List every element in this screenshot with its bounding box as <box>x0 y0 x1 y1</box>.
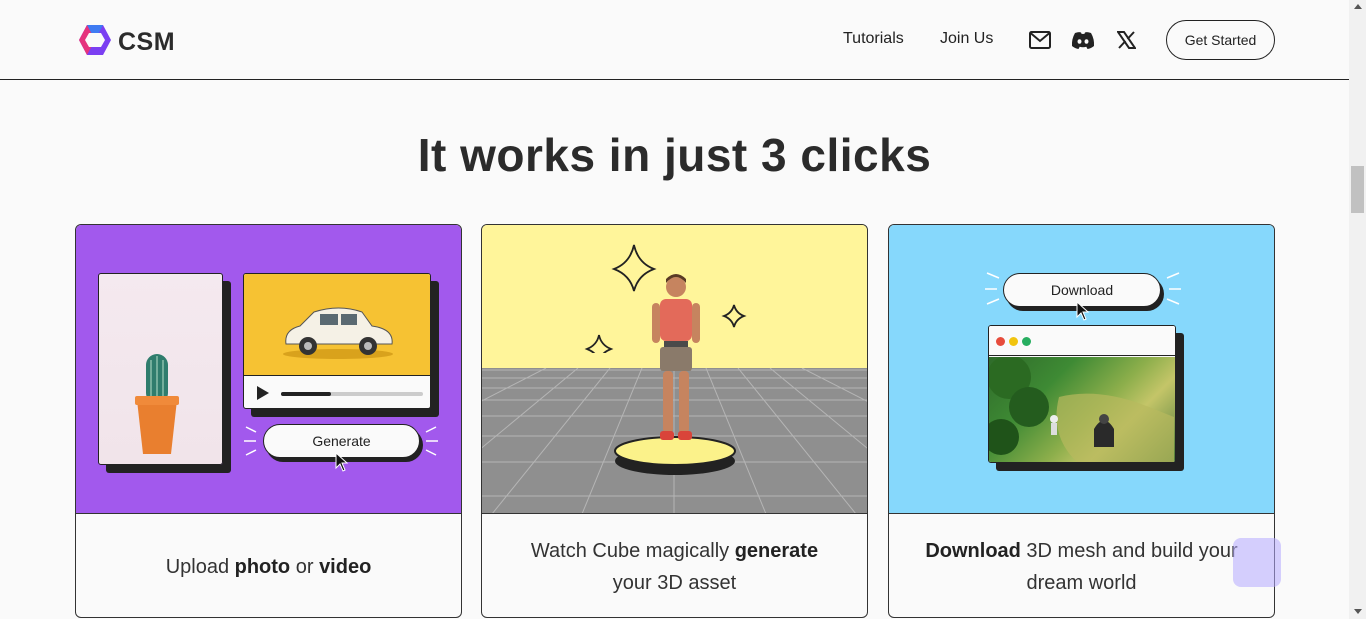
chat-widget-button[interactable] <box>1233 538 1281 587</box>
video-controls <box>244 378 430 408</box>
mail-icon[interactable] <box>1028 29 1052 51</box>
game-scene <box>989 355 1175 462</box>
site-header: CSM Tutorials Join Us Get Started <box>0 0 1349 80</box>
scroll-thumb[interactable] <box>1351 166 1364 213</box>
minimize-dot-icon <box>1009 337 1018 346</box>
close-dot-icon <box>996 337 1005 346</box>
caption-bold: Download <box>925 540 1021 562</box>
step-card-generate: Watch Cube magically generate your 3D as… <box>481 224 868 618</box>
maximize-dot-icon <box>1022 337 1031 346</box>
x-icon[interactable] <box>1114 29 1138 51</box>
caption-text: your 3D asset <box>612 572 737 594</box>
video-frame <box>243 273 431 409</box>
caption-text: Upload <box>165 556 235 578</box>
download-caption: Download 3D mesh and build your dream wo… <box>889 515 1274 617</box>
caption-text: Watch Cube magically <box>530 540 735 562</box>
nav-join-us[interactable]: Join Us <box>940 30 993 48</box>
upload-caption: Upload photo or video <box>76 515 461 617</box>
get-started-button[interactable]: Get Started <box>1166 20 1275 60</box>
scroll-up-arrow-icon[interactable] <box>1354 4 1362 9</box>
3d-character <box>614 274 736 475</box>
logo-icon <box>78 24 112 61</box>
caption-bold: photo <box>234 556 291 578</box>
cursor-icon <box>335 452 349 472</box>
photo-frame <box>98 273 223 465</box>
step-card-upload: Generate Upload photo or video <box>75 224 462 618</box>
discord-icon[interactable] <box>1071 29 1095 51</box>
caption-bold: generate <box>734 540 819 562</box>
video-progress[interactable] <box>281 392 423 396</box>
car-video <box>244 274 430 376</box>
page-scrollbar[interactable] <box>1349 0 1366 619</box>
cactus-photo <box>135 354 179 454</box>
logo-text: CSM <box>118 28 176 56</box>
section-title: It works in just 3 clicks <box>417 129 932 181</box>
scroll-down-arrow-icon[interactable] <box>1354 609 1362 614</box>
nav-tutorials[interactable]: Tutorials <box>843 30 904 48</box>
generate-illustration <box>482 225 867 514</box>
caption-text: 3D mesh and build your dream world <box>1020 540 1238 594</box>
caption-bold: video <box>319 556 372 578</box>
logo[interactable]: CSM <box>78 24 175 61</box>
browser-window <box>988 325 1176 463</box>
play-icon[interactable] <box>257 386 269 400</box>
cursor-icon <box>1076 301 1090 321</box>
generate-caption: Watch Cube magically generate your 3D as… <box>482 515 867 617</box>
page: CSM Tutorials Join Us Get Started It wor… <box>0 0 1366 619</box>
video-progress-fill <box>281 392 331 396</box>
caption-text: or <box>290 556 320 578</box>
download-illustration: Download <box>889 225 1274 514</box>
upload-illustration: Generate <box>76 225 461 514</box>
browser-titlebar <box>989 326 1175 356</box>
step-card-download: Download Download 3D mesh and build your… <box>888 224 1275 618</box>
